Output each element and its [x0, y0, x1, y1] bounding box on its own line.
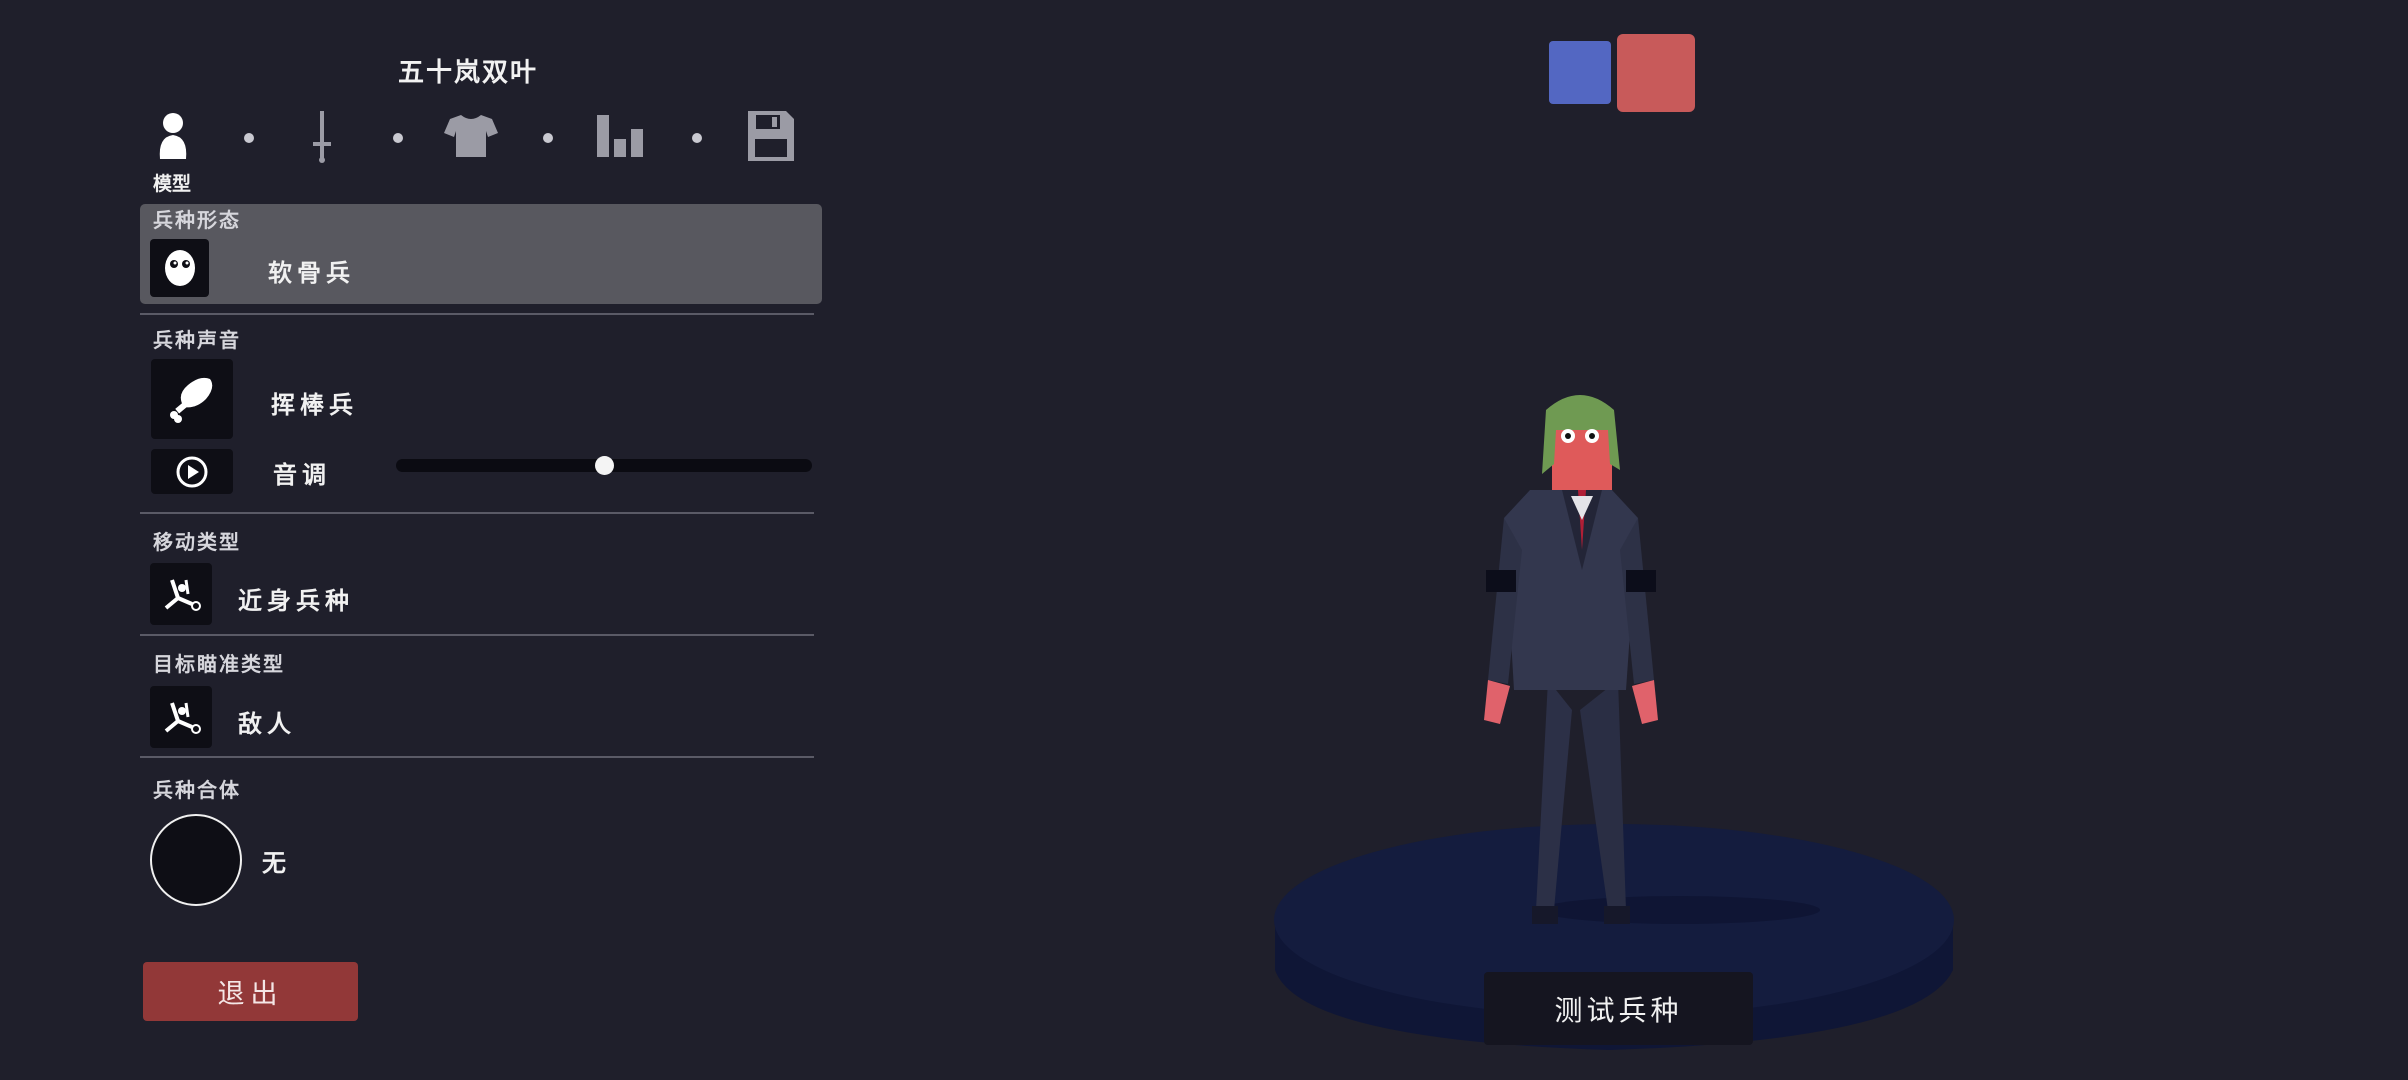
melee-icon — [164, 579, 201, 611]
tab-separator-dot — [692, 133, 702, 143]
section-divider — [140, 756, 814, 758]
section-divider — [140, 512, 814, 514]
movement-type-label: 移动类型 — [153, 530, 241, 554]
tab-separator-dot — [393, 133, 403, 143]
tab-clothing[interactable] — [441, 106, 501, 166]
movement-type-value: 近身兵种 — [238, 587, 354, 615]
target-enemy-icon — [164, 702, 201, 734]
unit-voice-value: 挥棒兵 — [271, 391, 358, 419]
chicken-leg-icon — [170, 377, 213, 423]
bars-icon — [597, 115, 643, 157]
test-unit-button[interactable]: 测试兵种 — [1484, 972, 1753, 1045]
unit-fusion-slot[interactable] — [150, 814, 242, 906]
team-red-button[interactable] — [1617, 34, 1695, 112]
unit-fusion-value: 无 — [262, 849, 286, 877]
voice-play-button[interactable] — [151, 449, 233, 494]
shirt-icon — [444, 115, 498, 157]
unit-voice-icon-box[interactable] — [151, 359, 233, 439]
face-icon — [164, 250, 195, 286]
tab-save[interactable] — [741, 106, 801, 166]
pitch-label: 音调 — [273, 461, 331, 489]
tab-separator-dot — [244, 133, 254, 143]
target-type-label: 目标瞄准类型 — [153, 652, 285, 676]
section-divider — [140, 313, 814, 315]
tab-stats[interactable] — [591, 106, 651, 166]
unit-form-value: 软骨兵 — [268, 259, 355, 287]
unit-form-icon-box[interactable] — [150, 239, 209, 297]
sword-icon — [313, 111, 331, 163]
tab-separator-dot — [543, 133, 553, 143]
team-blue-button[interactable] — [1549, 41, 1611, 104]
play-icon — [176, 456, 208, 487]
target-type-value: 敌人 — [238, 710, 296, 738]
unit-form-row[interactable] — [140, 204, 822, 304]
unit-form-label: 兵种形态 — [153, 208, 241, 232]
tab-model[interactable] — [143, 106, 203, 166]
tab-model-label: 模型 — [153, 173, 192, 195]
unit-name-title: 五十岚双叶 — [398, 58, 539, 88]
save-icon — [748, 111, 794, 161]
person-icon — [159, 113, 187, 159]
pitch-slider-handle[interactable] — [594, 456, 614, 475]
movement-type-icon-box[interactable] — [150, 563, 212, 625]
section-divider — [140, 634, 814, 636]
unit-fusion-label: 兵种合体 — [153, 778, 241, 802]
unit-voice-label: 兵种声音 — [153, 328, 241, 352]
tab-weapons[interactable] — [292, 106, 352, 166]
exit-button[interactable]: 退出 — [143, 962, 358, 1021]
target-type-icon-box[interactable] — [150, 686, 212, 748]
